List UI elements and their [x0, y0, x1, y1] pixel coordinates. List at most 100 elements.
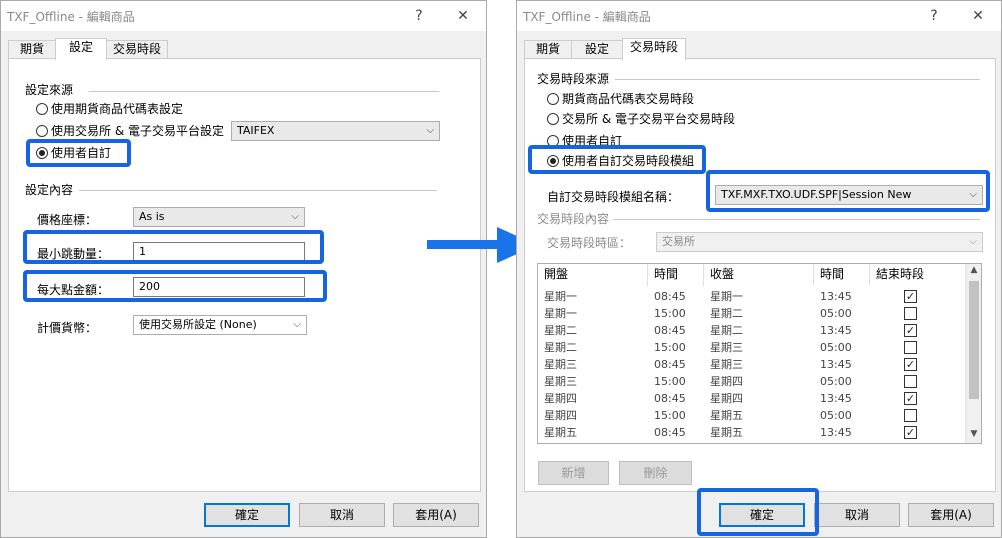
price-scale-select[interactable]: As is ⌵ [133, 207, 305, 227]
section-divider [613, 219, 980, 220]
highlight-ok-button [697, 488, 819, 536]
cell-open-day: 星期一 [544, 290, 577, 303]
radio-exchange-session[interactable]: 交易所 & 電子交易平台交易時段 [547, 110, 735, 128]
cell-open-time: 15:00 [654, 409, 686, 422]
title-bar: TXF_Offline - 編輯商品 ? ✕ [1, 1, 486, 31]
checkbox-checked[interactable]: ✓ [904, 290, 917, 303]
cell-open-time: 08:45 [654, 324, 686, 337]
tab-settings[interactable]: 設定 [55, 38, 107, 60]
table-row[interactable]: 星期五 08:45 星期五 13:45 ✓ [538, 424, 966, 441]
exchange-select[interactable]: TAIFEX ⌵ [231, 121, 440, 141]
cell-close-time: 13:45 [820, 358, 852, 371]
timezone-label: 交易時段時區： [547, 236, 632, 250]
table-row[interactable]: 星期二 08:45 星期二 13:45 ✓ [538, 322, 966, 339]
session-table: 開盤 時間 收盤 時間 結束時段 星期一 08:45 星期一 13:45 ✓ 星期一 15:… [537, 263, 982, 444]
tab-trading-session[interactable]: 交易時段 [622, 38, 686, 60]
cell-close-day: 星期一 [710, 290, 743, 303]
radio-exchange-platform[interactable]: 使用交易所 & 電子交易平台設定 [36, 122, 224, 140]
window-title: TXF_Offline - 編輯商品 [523, 10, 651, 24]
checkbox-checked[interactable]: ✓ [904, 426, 917, 439]
cell-open-time: 08:45 [654, 358, 686, 371]
radio-label: 期貨商品代碼表交易時段 [562, 92, 695, 106]
scroll-down-icon[interactable]: ▼ [966, 429, 981, 439]
highlight-min-tick [23, 230, 324, 264]
cell-close-day: 星期四 [710, 392, 743, 405]
timezone-value: 交易所 [662, 235, 695, 248]
cell-open-time: 08:45 [654, 392, 686, 405]
checkbox-unchecked[interactable] [904, 409, 917, 422]
cell-open-day: 星期三 [544, 358, 577, 371]
tab-futures[interactable]: 期貨 [524, 40, 572, 59]
table-row[interactable]: 星期三 08:45 星期三 13:45 ✓ [538, 356, 966, 373]
title-bar: TXF_Offline - 編輯商品 ? ✕ [517, 1, 1001, 31]
checkbox-checked[interactable]: ✓ [904, 392, 917, 405]
cell-open-time: 15:00 [654, 307, 686, 320]
table-row[interactable]: 星期三 15:00 星期四 05:00 [538, 373, 966, 390]
radio-dot [36, 125, 48, 137]
scroll-thumb[interactable] [969, 281, 979, 399]
checkbox-unchecked[interactable] [904, 375, 917, 388]
radio-label: 使用期貨商品代碼表設定 [51, 102, 184, 116]
tab-futures[interactable]: 期貨 [8, 40, 56, 59]
ok-button[interactable]: 確定 [204, 503, 290, 527]
cell-close-time: 13:45 [820, 290, 852, 303]
cell-close-day: 星期四 [710, 375, 743, 388]
session-source-section-label: 交易時段來源 [537, 72, 610, 86]
column-header-close-time[interactable]: 時間 [814, 264, 870, 286]
cell-open-day: 星期四 [544, 409, 577, 422]
cell-open-day: 星期四 [544, 392, 577, 405]
cancel-button[interactable]: 取消 [814, 503, 900, 527]
radio-product-code-table[interactable]: 使用期貨商品代碼表設定 [36, 100, 183, 118]
table-scrollbar[interactable]: ▲ ▼ [965, 264, 981, 443]
checkbox-checked[interactable]: ✓ [904, 324, 917, 337]
column-header-close[interactable]: 收盤 [704, 264, 814, 286]
highlight-template-name [706, 170, 990, 212]
cell-open-time: 15:00 [654, 341, 686, 354]
template-name-label: 自訂交易時段模組名稱： [547, 190, 680, 204]
table-row[interactable]: 星期一 08:45 星期一 13:45 ✓ [538, 288, 966, 305]
currency-label: 計價貨幣： [37, 321, 98, 335]
table-row[interactable]: 星期四 15:00 星期五 05:00 [538, 407, 966, 424]
cell-open-time: 08:45 [654, 426, 686, 439]
radio-label: 交易所 & 電子交易平台交易時段 [562, 112, 735, 126]
cancel-button[interactable]: 取消 [299, 503, 385, 527]
table-row[interactable]: 星期二 15:00 星期三 05:00 [538, 339, 966, 356]
cell-close-time: 13:45 [820, 324, 852, 337]
highlight-user-defined [26, 139, 131, 167]
edit-product-dialog-settings: TXF_Offline - 編輯商品 ? ✕ 期貨 設定 交易時段 設定來源 使… [0, 0, 487, 538]
timezone-select[interactable]: 交易所 ⌵ [656, 232, 983, 252]
close-icon[interactable]: ✕ [445, 3, 481, 29]
cell-open-day: 星期一 [544, 307, 577, 320]
column-header-open-time[interactable]: 時間 [648, 264, 704, 286]
tab-trading-session[interactable]: 交易時段 [106, 40, 168, 59]
delete-session-button[interactable]: 刪除 [619, 461, 692, 485]
add-session-button[interactable]: 新增 [538, 461, 609, 485]
checkbox-unchecked[interactable] [904, 307, 917, 320]
currency-select[interactable]: 使用交易所設定 (None) ⌵ [133, 315, 307, 335]
tab-settings[interactable]: 設定 [571, 40, 623, 59]
column-header-open[interactable]: 開盤 [538, 264, 648, 286]
cell-close-time: 05:00 [820, 307, 852, 320]
cell-close-day: 星期二 [710, 307, 743, 320]
source-section-label: 設定來源 [25, 83, 74, 97]
radio-dot [36, 103, 48, 115]
close-icon[interactable]: ✕ [960, 3, 996, 29]
table-row[interactable]: 星期一 15:00 星期二 05:00 [538, 305, 966, 322]
cell-close-time: 05:00 [820, 375, 852, 388]
apply-button[interactable]: 套用(A) [908, 503, 994, 527]
cell-close-time: 05:00 [820, 409, 852, 422]
scroll-up-icon[interactable]: ▲ [966, 265, 981, 275]
checkbox-checked[interactable]: ✓ [904, 358, 917, 371]
help-icon[interactable]: ? [916, 3, 952, 29]
cell-open-day: 星期二 [544, 341, 577, 354]
radio-code-table-session[interactable]: 期貨商品代碼表交易時段 [547, 90, 694, 108]
chevron-down-icon: ⌵ [291, 211, 299, 222]
checkbox-unchecked[interactable] [904, 341, 917, 354]
apply-button[interactable]: 套用(A) [393, 503, 479, 527]
section-divider [79, 190, 437, 191]
cell-close-day: 星期二 [710, 324, 743, 337]
table-row[interactable]: 星期四 08:45 星期四 13:45 ✓ [538, 390, 966, 407]
cell-open-day: 星期二 [544, 324, 577, 337]
column-header-end-session[interactable]: 結束時段 [870, 264, 966, 286]
help-icon[interactable]: ? [401, 3, 437, 29]
